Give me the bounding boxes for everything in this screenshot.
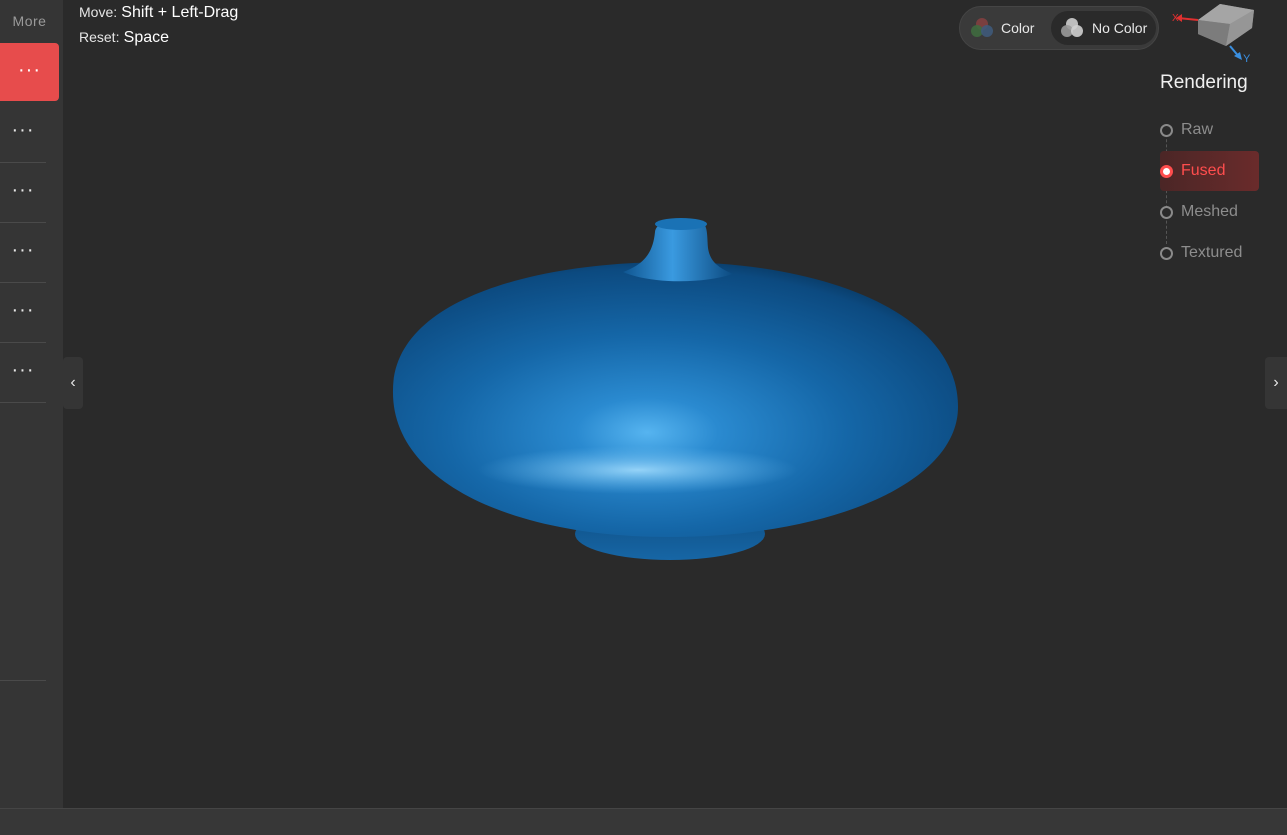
view-cube-x-label: X (1172, 13, 1179, 24)
reset-hint-key: Reset: (79, 29, 120, 45)
color-option-label: Color (1001, 20, 1035, 36)
color-icon (971, 18, 993, 37)
move-hint-key: Move: (79, 4, 118, 20)
view-cube[interactable]: X Y (1168, 0, 1260, 66)
control-hints: Move: Shift + Left-Drag Reset: Space (79, 0, 238, 50)
sidebar-item-6[interactable]: ··· (0, 343, 46, 403)
app-window: More ··· ··· ··· ··· ··· ··· ‹ › Move: S… (0, 0, 1287, 835)
rendering-option-raw[interactable]: Raw (1160, 110, 1260, 150)
sidebar-item-3[interactable]: ··· (0, 163, 46, 223)
sidebar-item-2[interactable]: ··· (0, 103, 46, 163)
left-sidebar: More ··· ··· ··· ··· ··· ··· (0, 0, 63, 808)
rendering-options: Raw Fused Meshed Textured (1160, 110, 1260, 273)
rendering-option-label: Meshed (1181, 203, 1238, 220)
color-option[interactable]: Color (970, 11, 1058, 45)
rendering-panel: Rendering Raw Fused Meshed Textured (1160, 72, 1260, 274)
radio-selected-icon (1160, 164, 1173, 178)
no-color-option-label: No Color (1092, 20, 1148, 36)
expand-right-button[interactable]: › (1265, 357, 1287, 409)
color-mode-toggle: Color No Color (959, 6, 1159, 50)
radio-icon (1160, 205, 1173, 219)
move-hint: Move: Shift + Left-Drag (79, 0, 238, 25)
rendering-option-meshed[interactable]: Meshed (1160, 192, 1260, 232)
collapse-left-button[interactable]: ‹ (63, 357, 83, 409)
move-hint-value: Shift + Left-Drag (121, 4, 239, 21)
rendering-option-label: Textured (1181, 244, 1243, 261)
reset-hint-value: Space (123, 29, 170, 46)
radio-icon (1160, 123, 1173, 137)
sidebar-item-5[interactable]: ··· (0, 283, 46, 343)
no-color-icon (1061, 18, 1083, 37)
vase-model (392, 218, 958, 560)
sidebar-item-1[interactable]: ··· (0, 43, 59, 101)
view-cube-y-label: Y (1243, 53, 1251, 65)
no-color-option[interactable]: No Color (1051, 11, 1156, 45)
sidebar-item-4[interactable]: ··· (0, 223, 46, 283)
rendering-option-fused[interactable]: Fused (1160, 151, 1259, 191)
rendering-option-label: Raw (1181, 121, 1214, 138)
radio-icon (1160, 246, 1173, 260)
rendering-option-label: Fused (1181, 162, 1226, 179)
sidebar-divider (0, 680, 46, 681)
reset-hint: Reset: Space (79, 25, 238, 50)
3d-viewport[interactable] (63, 0, 1265, 808)
rendering-option-textured[interactable]: Textured (1160, 233, 1260, 273)
more-label: More (12, 13, 47, 29)
status-bar (0, 808, 1287, 835)
rendering-title: Rendering (1160, 72, 1248, 93)
